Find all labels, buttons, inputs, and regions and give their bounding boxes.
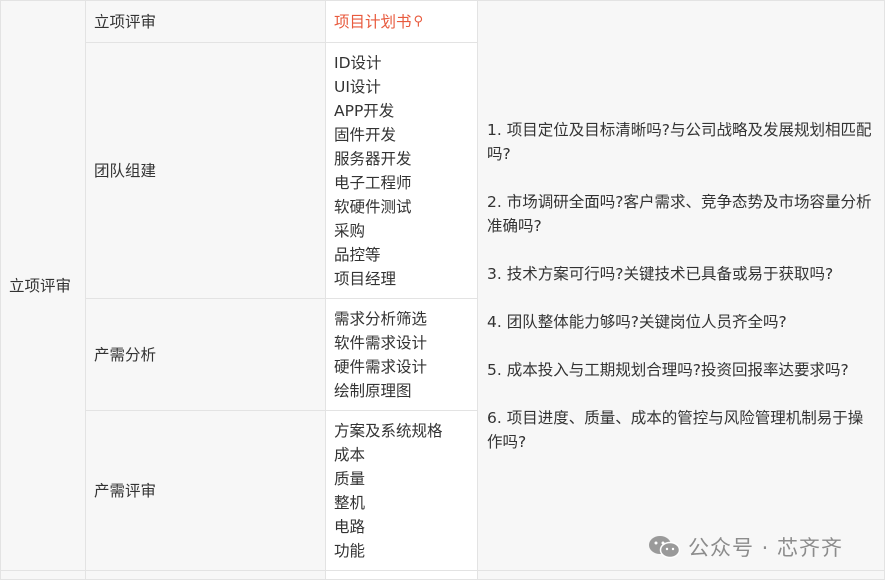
list-item: 电路	[334, 517, 366, 536]
questions-cell: 1. 项目定位及目标清晰吗?与公司战略及发展规划相匹配吗? 2. 市场调研全面吗?…	[477, 0, 885, 571]
list-item: 服务器开发	[334, 149, 412, 168]
watermark: 公众号 · 芯齐齐	[648, 532, 843, 562]
list-item: APP开发	[334, 101, 395, 120]
stage-cell: 立项评审	[0, 0, 86, 571]
list-item: ID设计	[334, 53, 382, 72]
row1-label-cell: 立项评审	[85, 0, 326, 43]
row2-label: 团队组建	[94, 161, 157, 180]
row2-label-cell: 团队组建	[85, 42, 326, 299]
row3-label: 产需分析	[94, 345, 157, 364]
stage-label: 立项评审	[9, 276, 72, 295]
review-question: 6. 项目进度、质量、成本的管控与风险管理机制易于操作吗?	[487, 408, 864, 451]
next-row-partial	[0, 570, 885, 580]
list-item: 质量	[334, 469, 366, 488]
row1-label: 立项评审	[94, 12, 157, 31]
list-item: 需求分析筛选	[334, 309, 428, 328]
list-item: 功能	[334, 541, 366, 560]
search-icon[interactable]: ⚲	[414, 10, 424, 34]
review-question: 2. 市场调研全面吗?客户需求、竞争态势及市场容量分析准确吗?	[487, 192, 872, 235]
list-item: 成本	[334, 445, 366, 464]
review-question: 1. 项目定位及目标清晰吗?与公司战略及发展规划相匹配吗?	[487, 120, 872, 163]
row4-items: 方案及系统规格 成本质量整机电路功能	[325, 410, 478, 571]
review-question: 3. 技术方案可行吗?关键技术已具备或易于获取吗?	[487, 264, 834, 283]
row2-items: ID设计 UI设计 APP开发固件开发服务器开发电子工程师软硬件测试采购品控等项目经…	[325, 42, 478, 299]
list-item: 方案及系统规格	[334, 421, 443, 440]
list-item: 电子工程师	[334, 173, 412, 192]
list-item: UI设计	[334, 77, 381, 96]
row4-label: 产需评审	[94, 481, 157, 500]
list-item: 软件需求设计	[334, 333, 428, 352]
list-item: 整机	[334, 493, 366, 512]
project-plan-link[interactable]: 项目计划书 ⚲	[325, 0, 478, 43]
project-plan-link-text[interactable]: 项目计划书	[334, 13, 412, 31]
list-item: 硬件需求设计	[334, 357, 428, 376]
row4-label-cell: 产需评审	[85, 410, 326, 571]
row3-items: 需求分析筛选 软件需求设计 硬件需求设计 绘制原理图	[325, 298, 478, 411]
watermark-text: 公众号 · 芯齐齐	[688, 536, 844, 560]
list-item: 采购	[334, 221, 366, 240]
list-item: 品控等	[334, 245, 381, 264]
list-item: 绘制原理图	[334, 381, 412, 400]
row3-label-cell: 产需分析	[85, 298, 326, 411]
questions-list: 1. 项目定位及目标清晰吗?与公司战略及发展规划相匹配吗? 2. 市场调研全面吗?…	[487, 118, 876, 454]
review-question: 4. 团队整体能力够吗?关键岗位人员齐全吗?	[487, 312, 787, 331]
wechat-icon	[649, 536, 680, 559]
review-question: 5. 成本投入与工期规划合理吗?投资回报率达要求吗?	[487, 360, 849, 379]
list-item: 软硬件测试	[334, 197, 412, 216]
list-item: 固件开发	[334, 125, 397, 144]
list-item: 项目经理	[334, 269, 397, 288]
review-table: 立项评审 立项评审 项目计划书 ⚲ 1. 项目定位及目标清晰吗?与公司战略及发展规…	[0, 0, 885, 580]
